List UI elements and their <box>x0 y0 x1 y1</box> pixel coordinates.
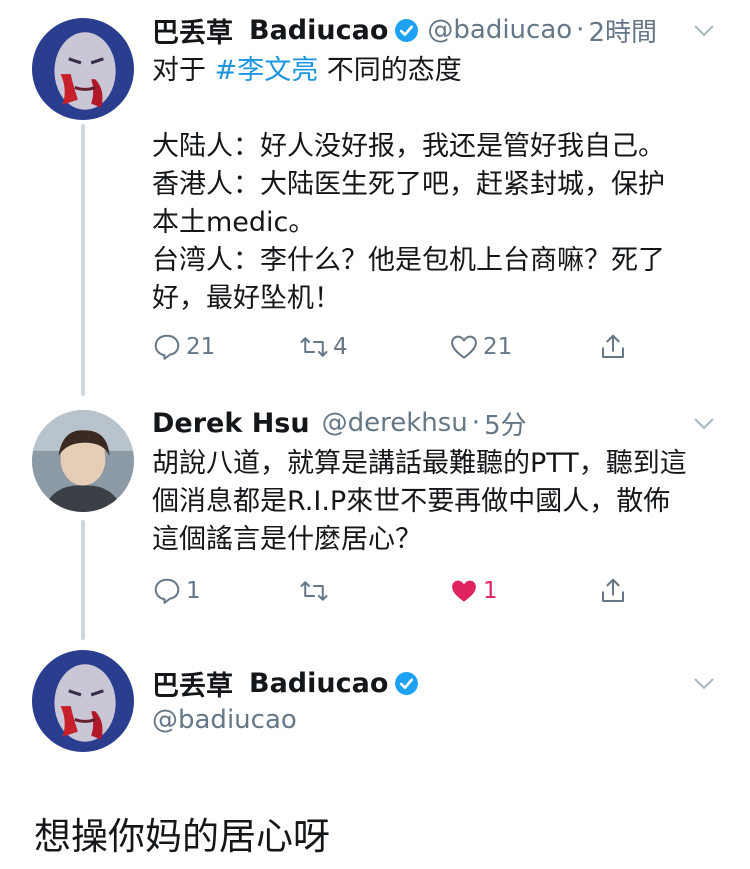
tweet-3[interactable]: 巴丢草 Badiucao @badiucao <box>152 663 728 735</box>
tweet-actions: 1 1 <box>152 571 728 611</box>
tweet-text-post: 不同的态度 <box>318 55 462 86</box>
reply-icon <box>154 334 180 360</box>
like-count: 21 <box>483 334 513 360</box>
tweet-2[interactable]: Derek Hsu @derekhsu · 5分 胡說八道，就算是講話最難聽的P… <box>152 403 728 604</box>
tweet-1[interactable]: 巴丢草 Badiucao @badiucao · 2時間 对于 #李文亮 不同的… <box>152 10 728 360</box>
tweet-text-pre: 对于 <box>152 55 215 86</box>
like-icon <box>451 335 477 359</box>
tweet-headline: 对于 #李文亮 不同的态度 <box>152 52 728 90</box>
retweet-button[interactable] <box>299 571 333 611</box>
avatar-image <box>32 18 134 120</box>
display-name[interactable]: 巴丢草 <box>152 664 233 703</box>
reply-button[interactable]: 1 <box>152 571 201 611</box>
thread-connector <box>81 124 85 396</box>
avatar-image <box>32 410 134 512</box>
thread-connector <box>81 520 85 640</box>
retweet-button[interactable]: 4 <box>299 327 348 367</box>
chevron-down-icon[interactable] <box>692 411 716 435</box>
avatar[interactable] <box>32 650 134 752</box>
avatar[interactable] <box>32 410 134 512</box>
tweet-body: 胡說八道，就算是講話最難聽的PTT，聽到這 個消息都是R.I.P來世不要再做中國… <box>152 448 687 555</box>
handle[interactable]: @badiucao <box>427 15 572 45</box>
separator-dot: · <box>576 15 585 45</box>
tweet-actions: 21 4 21 <box>152 327 728 367</box>
display-name-latin[interactable]: Badiucao <box>249 15 388 46</box>
reply-count: 21 <box>186 334 216 360</box>
tweet-body: 大陆人：好人没好报，我还是管好我自己。 香港人：大陆医生死了吧，赶紧封城，保护 … <box>152 131 665 314</box>
verified-icon <box>395 18 419 42</box>
share-icon <box>602 334 624 358</box>
share-icon <box>602 578 624 602</box>
reply-count: 1 <box>186 578 201 604</box>
chevron-down-icon[interactable] <box>692 671 716 695</box>
reply-button[interactable]: 21 <box>152 327 215 367</box>
handle[interactable]: @badiucao <box>152 705 728 735</box>
reply-icon <box>154 578 180 604</box>
focused-tweet-text: 想操你妈的居心呀 <box>34 815 330 858</box>
avatar-image <box>32 650 134 752</box>
verified-icon <box>395 671 419 695</box>
share-button[interactable] <box>598 327 628 367</box>
tweet-header: Derek Hsu @derekhsu · 5分 <box>152 403 728 443</box>
handle[interactable]: @derekhsu <box>322 408 468 438</box>
display-name-latin[interactable]: Badiucao <box>249 668 388 699</box>
avatar[interactable] <box>32 18 134 120</box>
share-button[interactable] <box>598 571 628 611</box>
like-button[interactable]: 21 <box>449 327 512 367</box>
display-name[interactable]: Derek Hsu <box>152 408 310 439</box>
tweet-header: 巴丢草 Badiucao <box>152 663 728 703</box>
tweet-header: 巴丢草 Badiucao @badiucao · 2時間 <box>152 10 728 50</box>
hashtag-link[interactable]: #李文亮 <box>215 55 319 86</box>
retweet-count: 4 <box>333 334 348 360</box>
timestamp[interactable]: 5分 <box>484 405 527 442</box>
display-name[interactable]: 巴丢草 <box>152 11 233 50</box>
like-count: 1 <box>483 578 498 604</box>
retweet-icon <box>300 337 328 357</box>
like-button[interactable]: 1 <box>449 571 498 611</box>
like-icon <box>452 580 476 602</box>
retweet-icon <box>300 581 328 601</box>
separator-dot: · <box>471 408 481 438</box>
timestamp[interactable]: 2時間 <box>588 12 657 49</box>
chevron-down-icon[interactable] <box>692 18 716 42</box>
